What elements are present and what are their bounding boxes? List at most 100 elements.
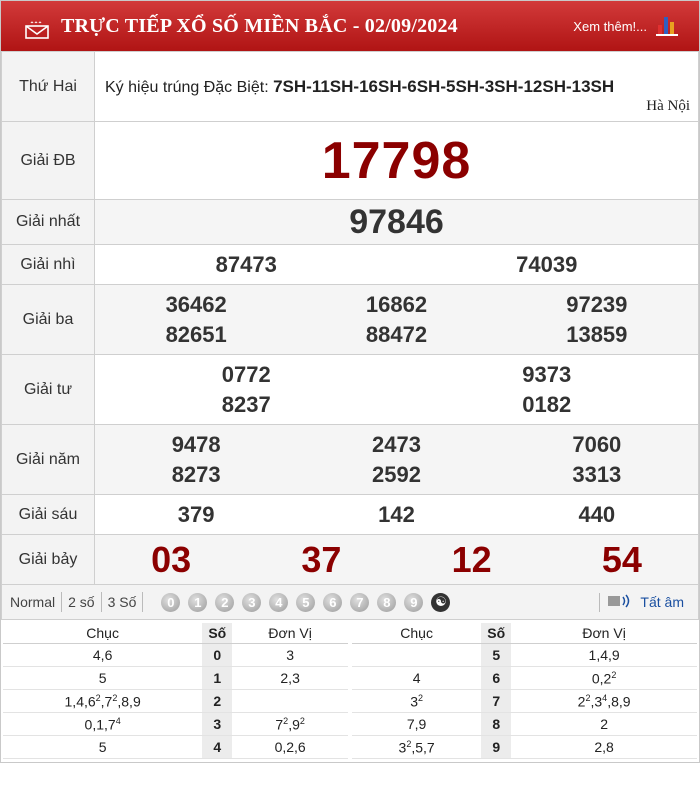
prize-ba-number: 88472 (365, 321, 428, 347)
loto-so-cell: 1 (202, 666, 233, 690)
prize-sau-number: 440 (578, 501, 616, 527)
loto-chuc-cell: 1,4,62,72,8,9 (3, 689, 203, 713)
header-donvi: Đơn Vị (511, 623, 697, 644)
header-so: Số (202, 623, 233, 644)
digit-4-button[interactable]: 4 (269, 592, 289, 612)
prize-bay-label: Giải bảy (1, 534, 95, 585)
prize-tu-number: 8237 (221, 391, 271, 417)
loto-chuc-cell: 32 (352, 689, 482, 713)
prize-nam-number: 2473 (372, 431, 421, 457)
prize-db-label: Giải ĐB (1, 121, 95, 200)
prize-nam-number: 9478 (171, 431, 221, 457)
prize-tu-number: 0772 (221, 361, 271, 387)
loto-donvi-cell: 0,2,6 (232, 735, 348, 759)
loto-donvi-cell: 3 (232, 643, 348, 667)
prize-nhat-number: 97846 (94, 199, 699, 245)
loto-donvi-cell: 2 (511, 712, 697, 736)
prize-bay-number: 54 (601, 538, 642, 580)
loto-donvi-cell: 2,8 (511, 735, 697, 759)
prize-sau-number: 142 (378, 501, 415, 527)
loto-so-cell: 5 (481, 643, 512, 667)
loto-donvi-cell: 0,22 (511, 666, 697, 690)
digit-3-button[interactable]: 3 (242, 592, 262, 612)
loto-row: 0,1,74 3 72,92 (3, 712, 348, 736)
loto-chuc-cell: 0,1,74 (3, 712, 203, 736)
prize-nam-number: 8273 (171, 461, 221, 487)
digit-filter: 0 1 2 3 4 5 6 7 8 9 ☯ (161, 592, 458, 612)
digit-1-button[interactable]: 1 (188, 592, 208, 612)
prize-bay-number: 03 (151, 538, 192, 580)
digit-5-button[interactable]: 5 (296, 592, 316, 612)
mute-all-label: Tất âm (640, 594, 684, 610)
symbol-value: 7SH-11SH-16SH-6SH-5SH-3SH-12SH-13SH (273, 76, 615, 96)
loto-so-cell: 8 (481, 712, 512, 736)
loto-row: 1,4,62,72,8,9 2 (3, 689, 348, 713)
option-normal[interactable]: Normal (2, 592, 63, 612)
loto-donvi-cell: 2,3 (232, 666, 348, 690)
loto-row: 7,9 8 2 (352, 712, 697, 736)
loto-table-left: Chục Số Đơn Vị 4,6 0 3 5 1 2,3 1,4,62,72,8,9 2 0… (3, 623, 348, 759)
loto-so-cell: 7 (481, 689, 512, 713)
prize-ba-number: 13859 (566, 321, 628, 347)
header-bar: TRỰC TIẾP XỔ SỐ MIỀN BẮC - 02/09/2024 Xe… (1, 1, 699, 51)
loto-row: 4,6 0 3 (3, 643, 348, 667)
prize-nhi-number: 87473 (215, 251, 277, 277)
prize-ba-number: 16862 (365, 291, 428, 317)
prize-nam-label: Giải năm (1, 424, 95, 495)
loto-chuc-cell: 5 (3, 666, 203, 690)
loto-so-cell: 0 (202, 643, 233, 667)
prize-nam-number: 7060 (572, 431, 622, 457)
digit-2-button[interactable]: 2 (215, 592, 235, 612)
prize-db-number: 17798 (94, 121, 699, 200)
loto-chuc-cell: 32,5,7 (352, 735, 482, 759)
display-toolbar: Normal 2 số 3 Số 0 1 2 3 4 5 6 7 8 9 ☯ T… (1, 585, 699, 620)
loto-row: 32 7 22,34,8,9 (352, 689, 697, 713)
prize-bay-number: 12 (451, 538, 492, 580)
digit-6-button[interactable]: 6 (323, 592, 343, 612)
loto-donvi-cell: 1,4,9 (511, 643, 697, 667)
prize-tu-label: Giải tư (1, 354, 95, 425)
mail-icon (25, 21, 49, 39)
loto-donvi-cell: 72,92 (232, 712, 348, 736)
loto-so-cell: 2 (202, 689, 233, 713)
loto-chuc-cell: 5 (3, 735, 203, 759)
prize-ba-label: Giải ba (1, 284, 95, 355)
digit-9-button[interactable]: 9 (404, 592, 424, 612)
prize-ba-number: 36462 (165, 291, 227, 317)
prize-bay-number: 37 (301, 538, 342, 580)
speaker-icon (599, 592, 634, 612)
option-3-so[interactable]: 3 Số (102, 592, 144, 612)
header-chuc: Chục (3, 623, 203, 644)
loto-donvi-cell (232, 689, 348, 713)
mute-all-button[interactable]: Tất âm (599, 592, 684, 612)
header-donvi: Đơn Vị (232, 623, 348, 644)
digit-0-button[interactable]: 0 (161, 592, 181, 612)
loto-chuc-cell: 4,6 (3, 643, 203, 667)
loto-donvi-cell: 22,34,8,9 (511, 689, 697, 713)
prize-nam-number: 2592 (372, 461, 421, 487)
special-symbol-cell: Ký hiệu trúng Đặc Biệt: 7SH-11SH-16SH-6S… (94, 51, 699, 122)
option-2-so[interactable]: 2 số (62, 592, 102, 612)
chart-icon[interactable] (655, 13, 681, 42)
page-title: TRỰC TIẾP XỔ SỐ MIỀN BẮC - 02/09/2024 (61, 14, 458, 37)
header-chuc: Chục (352, 623, 482, 644)
loto-so-cell: 9 (481, 735, 512, 759)
loto-row: 4 6 0,22 (352, 666, 697, 690)
header-so: Số (481, 623, 512, 644)
loto-row: 32,5,7 9 2,8 (352, 735, 697, 759)
prize-tu-number: 0182 (522, 391, 572, 417)
prize-ba-number: 82651 (165, 321, 227, 347)
digit-7-button[interactable]: 7 (350, 592, 370, 612)
prize-ba-number: 97239 (566, 291, 628, 317)
yin-yang-icon[interactable]: ☯ (431, 592, 451, 612)
prize-nhi-number: 74039 (516, 251, 578, 277)
prize-nhi-label: Giải nhì (1, 244, 95, 285)
loto-row: 5 1,4,9 (352, 643, 697, 667)
results-panel: TRỰC TIẾP XỔ SỐ MIỀN BẮC - 02/09/2024 Xe… (0, 0, 700, 763)
digit-8-button[interactable]: 8 (377, 592, 397, 612)
loto-tables: Chục Số Đơn Vị 4,6 0 3 5 1 2,3 1,4,62,72,8,9 2 0… (1, 620, 699, 762)
loto-so-cell: 4 (202, 735, 233, 759)
see-more-link[interactable]: Xem thêm!... (573, 19, 647, 34)
loto-so-cell: 3 (202, 712, 233, 736)
prize-sau-number: 379 (177, 501, 215, 527)
